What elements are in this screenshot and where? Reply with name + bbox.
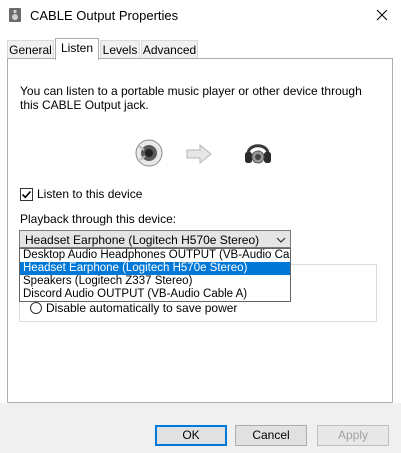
headset-icon <box>243 137 273 169</box>
power-radio-row[interactable]: Disable automatically to save power <box>30 300 237 316</box>
dropdown-option-highlighted[interactable]: Headset Earphone (Logitech H570e Stereo) <box>20 262 290 275</box>
listen-description: You can listen to a portable music playe… <box>20 84 362 112</box>
window-title: CABLE Output Properties <box>30 8 179 23</box>
chevron-down-icon[interactable] <box>275 234 287 246</box>
arrow-right-icon <box>185 143 213 165</box>
power-radio[interactable] <box>30 302 42 314</box>
playback-label: Playback through this device: <box>20 212 177 226</box>
tab-advanced[interactable]: Advanced <box>141 40 198 58</box>
cancel-button[interactable]: Cancel <box>235 425 307 446</box>
listen-checkbox-label: Listen to this device <box>37 187 143 201</box>
power-radio-label: Disable automatically to save power <box>46 301 238 315</box>
tab-general[interactable]: General <box>7 40 54 58</box>
close-button[interactable] <box>368 3 396 27</box>
playback-device-select[interactable]: Headset Earphone (Logitech H570e Stereo) <box>19 230 291 248</box>
ok-button[interactable]: OK <box>155 425 227 446</box>
dropdown-option[interactable]: Desktop Audio Headphones OUTPUT (VB-Audi… <box>20 249 290 262</box>
apply-button[interactable]: Apply <box>317 425 389 446</box>
playback-selected-value: Headset Earphone (Logitech H570e Stereo) <box>25 233 260 247</box>
playback-device-dropdown: Desktop Audio Headphones OUTPUT (VB-Audi… <box>19 248 291 302</box>
tab-listen[interactable]: Listen <box>55 38 99 60</box>
close-icon <box>376 9 388 21</box>
listen-checkbox[interactable] <box>20 187 33 201</box>
tab-levels[interactable]: Levels <box>100 40 140 58</box>
audio-jack-icon <box>134 138 164 168</box>
dropdown-option[interactable]: Speakers (Logitech Z337 Stereo) <box>20 275 290 288</box>
checkmark-icon <box>21 190 32 198</box>
listen-checkbox-row[interactable]: Listen to this device <box>20 186 142 202</box>
dropdown-option[interactable]: Discord Audio OUTPUT (VB-Audio Cable A) <box>20 288 290 301</box>
speaker-icon <box>8 7 22 23</box>
title-bar: CABLE Output Properties <box>0 0 401 32</box>
